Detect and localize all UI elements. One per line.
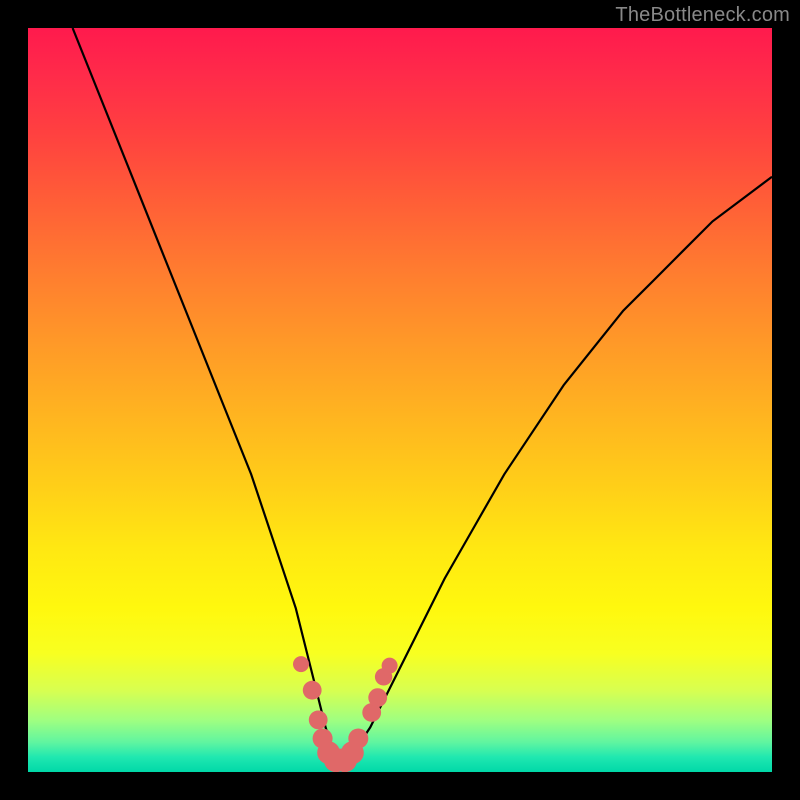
curve-marker — [348, 729, 368, 749]
curve-marker — [293, 656, 309, 672]
curve-markers — [293, 656, 398, 772]
curve-marker — [382, 658, 398, 674]
curve-marker — [368, 688, 387, 707]
chart-frame: TheBottleneck.com — [0, 0, 800, 800]
bottleneck-curve — [73, 28, 772, 761]
curve-marker — [303, 681, 322, 700]
bottleneck-svg — [28, 28, 772, 772]
plot-area — [28, 28, 772, 772]
curve-marker — [309, 711, 328, 730]
watermark-text: TheBottleneck.com — [615, 4, 790, 27]
